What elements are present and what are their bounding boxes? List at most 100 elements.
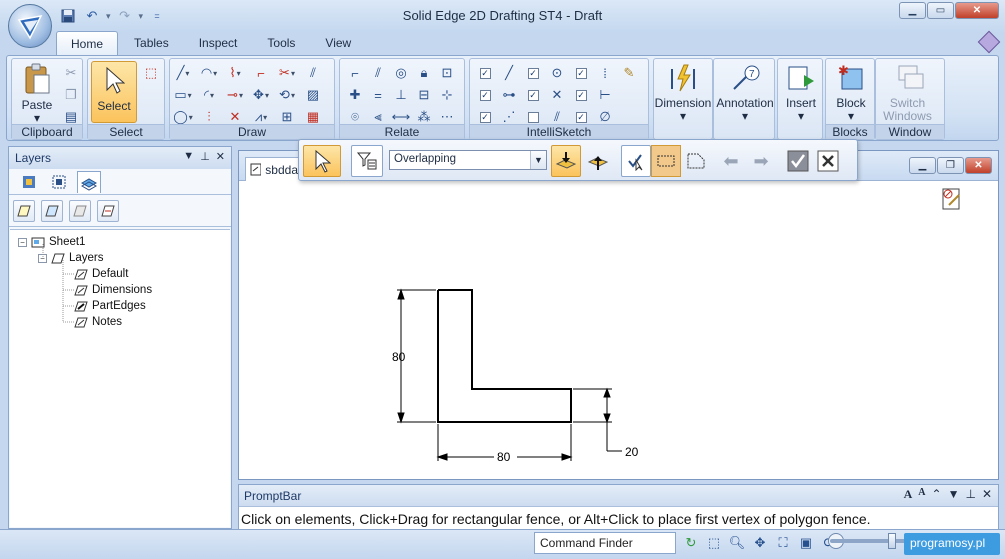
rectangle-fence-button[interactable] xyxy=(651,145,681,177)
command-finder-input[interactable]: Command Finder xyxy=(534,532,676,554)
accept-selection-button[interactable] xyxy=(621,145,651,177)
refresh-icon[interactable]: ↻ xyxy=(682,534,700,552)
select-tool-button[interactable] xyxy=(303,145,341,177)
collinear-icon[interactable]: ⊟ xyxy=(413,84,435,106)
library-tab-icon[interactable] xyxy=(17,171,41,193)
groups-tab-icon[interactable] xyxy=(47,171,71,193)
pane-close-icon[interactable]: ✕ xyxy=(216,150,225,163)
show-layer-icon[interactable] xyxy=(41,200,63,222)
select-button[interactable]: Select xyxy=(91,61,137,123)
move-to-layer-icon[interactable] xyxy=(97,200,119,222)
checkbox-intersection[interactable]: ✓ xyxy=(522,84,544,106)
collapse-layers-icon[interactable]: − xyxy=(38,253,47,263)
rotate-icon[interactable]: ⟲ xyxy=(276,84,298,106)
tree-row-sheet[interactable]: − Sheet1 xyxy=(10,234,230,250)
select-tools-icon[interactable]: ⬚ xyxy=(140,62,162,84)
pane-menu-icon[interactable]: ▼ xyxy=(183,150,194,163)
tree-row-layer-partedges[interactable]: PartEdges xyxy=(10,298,230,314)
font-decrease-icon[interactable]: A xyxy=(918,487,925,502)
fillet-icon[interactable]: ⌐ xyxy=(250,62,272,84)
tree-row-layers[interactable]: − Layers xyxy=(10,250,230,266)
intellisketch-options-icon[interactable]: ✎ xyxy=(618,62,640,84)
area-icon[interactable]: ▨ xyxy=(302,84,324,106)
tab-tables[interactable]: Tables xyxy=(120,31,183,55)
close-icon[interactable]: ✕ xyxy=(955,2,999,19)
tree-row-layer-default[interactable]: Default xyxy=(10,266,230,282)
application-button[interactable] xyxy=(8,4,52,48)
hide-layer-icon[interactable] xyxy=(69,200,91,222)
concentric-icon[interactable]: ◎ xyxy=(390,62,412,84)
tab-inspect[interactable]: Inspect xyxy=(185,31,252,55)
line-icon[interactable]: ╱ xyxy=(172,62,194,84)
cancel-button[interactable] xyxy=(815,145,841,177)
switch-windows-button[interactable]: Switch Windows xyxy=(883,61,934,123)
checkbox-horizontal[interactable]: ✓ xyxy=(570,84,592,106)
document-tab[interactable]: sbdda xyxy=(245,157,303,181)
arc-tangent-icon[interactable]: ◜ xyxy=(198,84,220,106)
copy-icon[interactable]: ❐ xyxy=(60,84,82,106)
sheet-view-icon[interactable]: ▣ xyxy=(797,534,815,552)
zoom-slider[interactable] xyxy=(830,539,910,543)
pan-icon[interactable]: ✥ xyxy=(751,534,769,552)
doc-restore-icon[interactable]: ❐ xyxy=(937,157,964,174)
previous-arrow-icon[interactable]: ⬅ xyxy=(717,145,745,177)
cut-icon[interactable]: ✂ xyxy=(60,62,82,84)
trim-icon[interactable]: ✂ xyxy=(276,62,298,84)
lock-icon[interactable]: 🔒︎ xyxy=(413,62,435,84)
accept-button[interactable] xyxy=(785,145,811,177)
checkbox-midpoint[interactable]: ✓ xyxy=(474,84,496,106)
sheet-setup-icon[interactable] xyxy=(942,188,960,210)
tab-view[interactable]: View xyxy=(311,31,365,55)
block-button[interactable]: ✱ Block ▾ xyxy=(828,61,874,123)
rigid-set-icon[interactable]: ⊡ xyxy=(436,62,458,84)
horizontal-vertical-icon[interactable]: ✚ xyxy=(344,84,366,106)
checkbox-vertical[interactable]: ✓ xyxy=(570,62,592,84)
move-icon[interactable]: ✥ xyxy=(250,84,272,106)
part-outline[interactable] xyxy=(437,289,572,423)
polygon-fence-button[interactable] xyxy=(681,145,711,177)
extend-icon[interactable]: ⊸ xyxy=(224,84,246,106)
rectangle-icon[interactable]: ▭ xyxy=(172,84,194,106)
connect-icon[interactable]: ⌐ xyxy=(344,62,366,84)
pane-close-icon[interactable]: ✕ xyxy=(982,487,992,502)
zoom-icon[interactable]: 🔍︎ xyxy=(728,534,746,552)
checkbox-endpoint[interactable]: ✓ xyxy=(474,62,496,84)
doc-close-icon[interactable]: ✕ xyxy=(965,157,992,174)
insert-button[interactable]: Insert ▾ xyxy=(778,61,824,123)
selection-mode-dropdown[interactable]: Overlapping ▼ xyxy=(389,150,547,170)
collapse-icon[interactable]: ⌃ xyxy=(932,487,942,502)
maximize-icon[interactable]: ▭ xyxy=(927,2,954,19)
minimize-icon[interactable]: ▁ xyxy=(899,2,926,19)
tab-tools[interactable]: Tools xyxy=(253,31,309,55)
dimension-button[interactable]: Dimension ▾ xyxy=(655,61,711,123)
select-in-layer-button[interactable] xyxy=(551,145,581,177)
doc-minimize-icon[interactable]: ▁ xyxy=(909,157,936,174)
pin-icon[interactable]: ⊥ xyxy=(200,150,210,163)
pin-icon[interactable]: ⊥ xyxy=(965,487,975,502)
offset-icon[interactable]: ⫽ xyxy=(302,62,324,84)
new-layer-icon[interactable] xyxy=(13,200,35,222)
tree-row-layer-notes[interactable]: Notes xyxy=(10,314,230,330)
checkbox-center[interactable]: ✓ xyxy=(522,62,544,84)
curve-icon[interactable]: ⌇ xyxy=(224,62,246,84)
arc-icon[interactable]: ◠ xyxy=(198,62,220,84)
zoom-area-icon[interactable]: ⬚ xyxy=(705,534,723,552)
tree-row-layer-dimensions[interactable]: Dimensions xyxy=(10,282,230,298)
zoom-slider-thumb[interactable] xyxy=(888,533,896,549)
next-arrow-icon[interactable]: ➡ xyxy=(747,145,775,177)
collapse-sheet-icon[interactable]: − xyxy=(18,237,27,247)
fit-icon[interactable]: ⛶ xyxy=(774,534,792,552)
annotation-button[interactable]: 7 Annotation ▾ xyxy=(716,61,774,123)
drawing-canvas[interactable]: 80 80 20 xyxy=(239,181,998,479)
pane-menu-icon[interactable]: ▼ xyxy=(948,487,960,502)
tab-home[interactable]: Home xyxy=(56,31,119,55)
thickness-dimension[interactable] xyxy=(573,387,622,452)
perpendicular-icon[interactable]: ⊥ xyxy=(390,84,412,106)
parallel-icon[interactable]: ⫽ xyxy=(367,62,389,84)
select-filter-button[interactable] xyxy=(351,145,383,177)
paste-button[interactable]: Paste ▾ xyxy=(14,61,60,125)
select-across-layers-button[interactable] xyxy=(583,145,613,177)
relationship-handles-icon[interactable]: ⊹ xyxy=(436,84,458,106)
equal-icon[interactable]: = xyxy=(367,84,389,106)
layers-tab-icon[interactable] xyxy=(77,171,101,193)
